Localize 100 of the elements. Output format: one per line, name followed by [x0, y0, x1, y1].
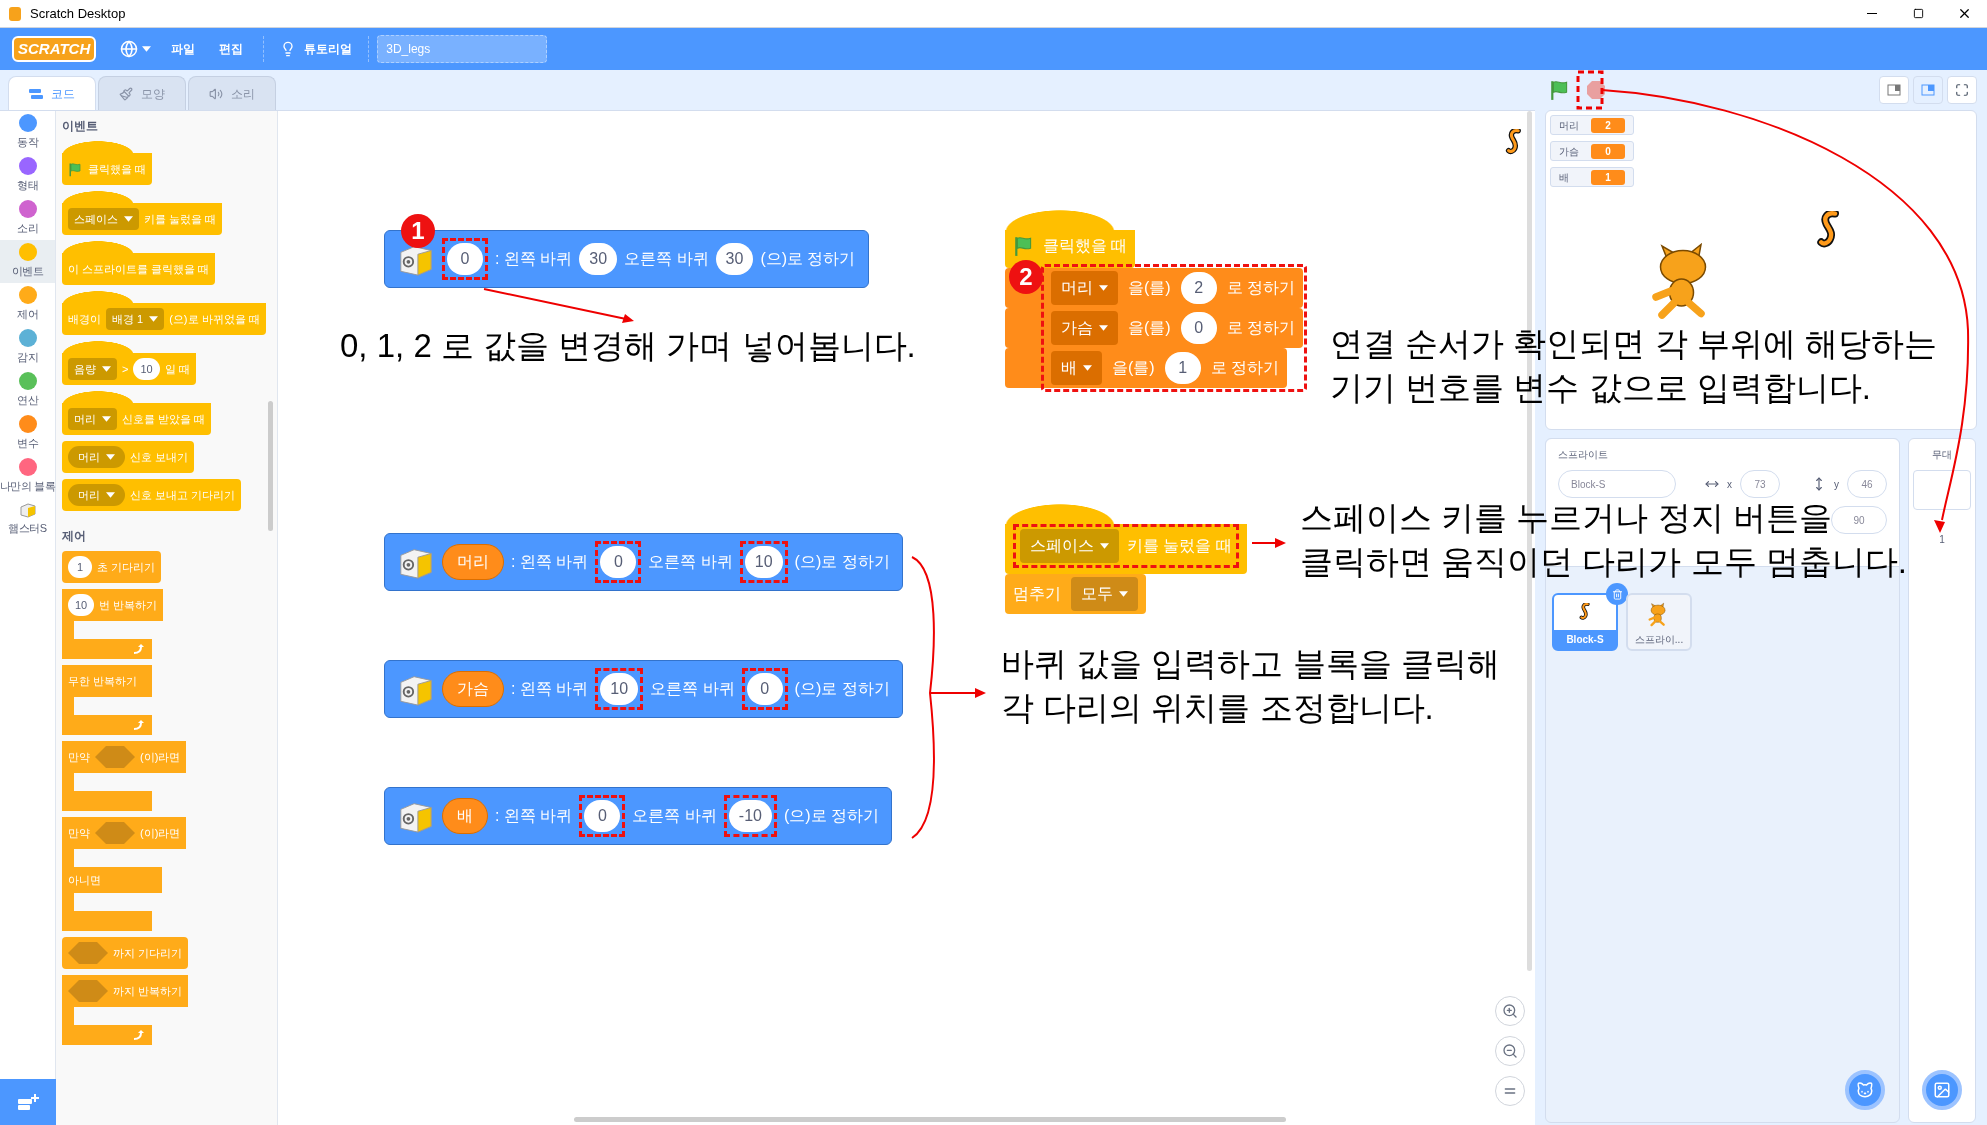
dropdown-input[interactable]: 배경 1 [106, 308, 165, 330]
dropdown-input[interactable]: 음량 [68, 358, 117, 380]
dropdown-input[interactable]: 머리 [1051, 271, 1118, 305]
number-input[interactable]: -10 [728, 800, 772, 832]
zoom-reset-button[interactable] [1495, 1076, 1525, 1106]
delete-button[interactable] [1606, 583, 1628, 605]
category-item[interactable]: 소리 [0, 197, 55, 240]
boolean-slot[interactable] [68, 980, 108, 1002]
backdrop-thumbnail[interactable] [1913, 470, 1971, 510]
number-input[interactable]: 30 [715, 243, 754, 275]
hat-block[interactable]: 스페이스 키를 눌렀을 때 [62, 191, 223, 235]
category-item[interactable]: 연산 [0, 369, 55, 412]
tutorial-button[interactable]: 튜토리얼 [272, 40, 361, 58]
fullscreen-button[interactable] [1947, 76, 1977, 104]
number-input[interactable]: 0 [584, 800, 621, 832]
dropdown-input[interactable]: 스페이스 [68, 208, 139, 230]
stack-block[interactable]: 멈추기 모두 [1005, 574, 1146, 614]
hat-block[interactable]: 음량 > 10 일 때 [62, 341, 196, 385]
number-input[interactable]: 1 [68, 556, 92, 578]
hat-block[interactable]: 배경이 배경 1 (으)로 바뀌었을 때 [62, 291, 266, 335]
stack-block[interactable]: 머리 신호 보내고 기다리기 [62, 479, 242, 511]
hamster-block[interactable]: 가슴 : 왼쪽 바퀴 10 오른쪽 바퀴 0 (으)로 정하기 [384, 660, 903, 718]
stack-block[interactable]: 가슴 을(를) 0 로 정하기 [1005, 308, 1304, 348]
dropdown-input[interactable]: 머리 [68, 484, 125, 506]
scratch-logo[interactable]: SCRATCH [12, 35, 97, 63]
category-item[interactable]: 나만의 블록 [0, 455, 55, 498]
c-block[interactable]: 만약 (이)라면 [62, 741, 187, 811]
y-field[interactable]: 46 [1847, 470, 1887, 498]
variable-reporter[interactable]: 머리 [442, 544, 504, 580]
tab[interactable]: 코드 [8, 76, 96, 110]
number-input[interactable]: 2 [1180, 272, 1217, 304]
variable-reporter[interactable]: 가슴 [442, 671, 504, 707]
stack-block[interactable]: 머리 신호 보내기 [62, 441, 195, 473]
block-label: 을(를) [1128, 318, 1171, 338]
category-item[interactable]: 이벤트 [0, 240, 55, 283]
dropdown-input[interactable]: 모두 [1071, 577, 1138, 611]
block-label: 일 때 [164, 361, 190, 377]
number-input[interactable]: 0 [1180, 312, 1217, 344]
variable-reporter[interactable]: 배 [442, 798, 488, 834]
c-block[interactable]: 10 번 반복하기 [62, 589, 164, 659]
stack-block[interactable]: 까지 기다리기 [62, 937, 189, 969]
category-item[interactable]: 동작 [0, 111, 55, 154]
monitor-value: 1 [1591, 169, 1625, 185]
menu-item[interactable]: 편집 [207, 40, 256, 58]
category-item[interactable]: 변수 [0, 412, 55, 455]
category-item[interactable]: 제어 [0, 283, 55, 326]
hat-block[interactable]: 스페이스 키를 눌렀을 때 [1005, 504, 1247, 574]
small-stage-button[interactable] [1879, 76, 1909, 104]
category-item[interactable]: 햄스터S [0, 498, 55, 541]
c-block[interactable]: 무한 반복하기 [62, 665, 152, 735]
sprite-name-field[interactable]: Block-S [1558, 470, 1676, 498]
number-input[interactable]: 0 [600, 546, 637, 578]
caret-icon [1099, 325, 1108, 331]
scrollbar[interactable] [268, 401, 273, 531]
add-sprite-button[interactable] [1845, 1070, 1885, 1110]
sprite-tile[interactable]: Block-S [1552, 593, 1618, 651]
dropdown-input[interactable]: 머리 [68, 446, 125, 468]
boolean-slot[interactable] [95, 822, 135, 844]
hat-block[interactable]: 머리 신호를 받았을 때 [62, 391, 212, 435]
add-backdrop-button[interactable] [1922, 1070, 1962, 1110]
x-field[interactable]: 73 [1740, 470, 1780, 498]
dropdown-input[interactable]: 가슴 [1051, 311, 1118, 345]
number-input[interactable]: 30 [579, 243, 618, 275]
category-item[interactable]: 형태 [0, 154, 55, 197]
category-item[interactable]: 감지 [0, 326, 55, 369]
field-label: y [1834, 477, 1839, 492]
hamster-block[interactable]: 배 : 왼쪽 바퀴 0 오른쪽 바퀴 -10 (으)로 정하기 [384, 787, 893, 845]
sprite-tile[interactable]: 스프라이... [1626, 593, 1692, 651]
project-title-field[interactable]: 3D_legs [377, 35, 548, 63]
boolean-slot[interactable] [68, 942, 108, 964]
zoom-in-button[interactable] [1495, 996, 1525, 1026]
number-input[interactable]: 10 [744, 546, 783, 578]
hamster-block[interactable]: 머리 : 왼쪽 바퀴 0 오른쪽 바퀴 10 (으)로 정하기 [384, 533, 903, 591]
number-input[interactable]: 10 [600, 673, 639, 705]
dropdown-input[interactable]: 머리 [68, 408, 117, 430]
direction-field[interactable]: 90 [1831, 506, 1887, 534]
block-label: 만약 [68, 825, 90, 841]
zoom-out-button[interactable] [1495, 1036, 1525, 1066]
tab[interactable]: 소리 [188, 76, 276, 110]
block-label: > [122, 361, 129, 377]
number-input[interactable]: 0 [746, 673, 783, 705]
boolean-slot[interactable] [95, 746, 135, 768]
if-else-block[interactable]: 만약 (이)라면 아니면 [62, 817, 187, 931]
block-label: (으)로 정하기 [794, 552, 890, 572]
number-input[interactable]: 10 [133, 358, 160, 380]
dropdown-input[interactable]: 스페이스 [1020, 529, 1119, 563]
block-label: 을(를) [1128, 278, 1171, 298]
stack-block[interactable]: 1 초 기다리기 [62, 551, 162, 583]
dropdown-input[interactable]: 배 [1051, 351, 1102, 385]
normal-stage-button[interactable] [1913, 76, 1943, 104]
stack-block[interactable]: 배 을(를) 1 로 정하기 [1005, 348, 1288, 388]
c-block[interactable]: 까지 반복하기 [62, 975, 189, 1045]
number-input[interactable]: 0 [447, 243, 483, 275]
tab[interactable]: 모양 [98, 76, 186, 110]
add-extension-button[interactable] [0, 1079, 56, 1125]
scrollbar[interactable] [574, 1117, 1286, 1122]
menu-item[interactable]: 파일 [159, 40, 208, 58]
number-input[interactable]: 1 [1164, 352, 1201, 384]
number-input[interactable]: 10 [68, 594, 95, 616]
block-label: 신호 보내고 기다리기 [130, 487, 236, 503]
